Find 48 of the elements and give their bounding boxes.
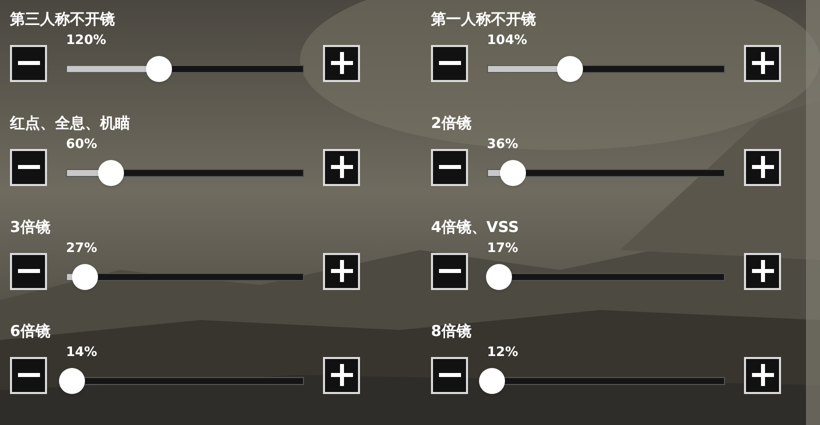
decrease-button[interactable] xyxy=(431,252,468,290)
percent-value: 36% xyxy=(487,136,518,154)
minus-icon xyxy=(18,269,40,273)
minus-icon xyxy=(438,61,460,65)
plus-icon xyxy=(752,52,774,74)
minus-icon xyxy=(438,269,460,273)
decrease-button[interactable] xyxy=(431,356,468,394)
percent-value: 12% xyxy=(487,344,518,362)
plus-icon xyxy=(330,260,352,282)
decrease-button[interactable] xyxy=(431,148,468,186)
setting-label: 8倍镜 xyxy=(431,321,472,342)
percent-value: 120% xyxy=(66,32,106,50)
increase-button[interactable] xyxy=(323,148,360,186)
minus-icon xyxy=(438,373,460,377)
plus-icon xyxy=(330,52,352,74)
decrease-button[interactable] xyxy=(10,44,47,82)
minus-icon xyxy=(18,165,40,169)
plus-icon xyxy=(752,364,774,386)
increase-button[interactable] xyxy=(744,148,781,186)
increase-button[interactable] xyxy=(323,252,360,290)
setting-label: 6倍镜 xyxy=(10,321,50,342)
setting-label: 第一人称不开镜 xyxy=(431,9,536,30)
increase-button[interactable] xyxy=(744,252,781,290)
setting-label: 3倍镜 xyxy=(10,217,50,238)
plus-icon xyxy=(330,156,352,178)
plus-icon xyxy=(330,364,352,386)
increase-button[interactable] xyxy=(323,44,360,82)
plus-icon xyxy=(752,156,774,178)
setting-label: 红点、全息、机瞄 xyxy=(10,113,130,134)
minus-icon xyxy=(18,373,40,377)
decrease-button[interactable] xyxy=(10,252,47,290)
increase-button[interactable] xyxy=(744,44,781,82)
plus-icon xyxy=(752,260,774,282)
setting-label: 4倍镜、VSS xyxy=(431,217,519,238)
percent-value: 104% xyxy=(487,32,528,50)
increase-button[interactable] xyxy=(323,356,360,394)
decrease-button[interactable] xyxy=(10,356,47,394)
setting-label: 2倍镜 xyxy=(431,113,472,134)
minus-icon xyxy=(18,61,40,65)
percent-value: 60% xyxy=(66,136,98,154)
percent-value: 14% xyxy=(66,344,98,362)
increase-button[interactable] xyxy=(744,356,781,394)
setting-label: 第三人称不开镜 xyxy=(10,9,115,30)
decrease-button[interactable] xyxy=(431,44,468,82)
percent-value: 17% xyxy=(487,240,518,258)
minus-icon xyxy=(438,165,460,169)
decrease-button[interactable] xyxy=(10,148,47,186)
percent-value: 27% xyxy=(66,240,98,258)
